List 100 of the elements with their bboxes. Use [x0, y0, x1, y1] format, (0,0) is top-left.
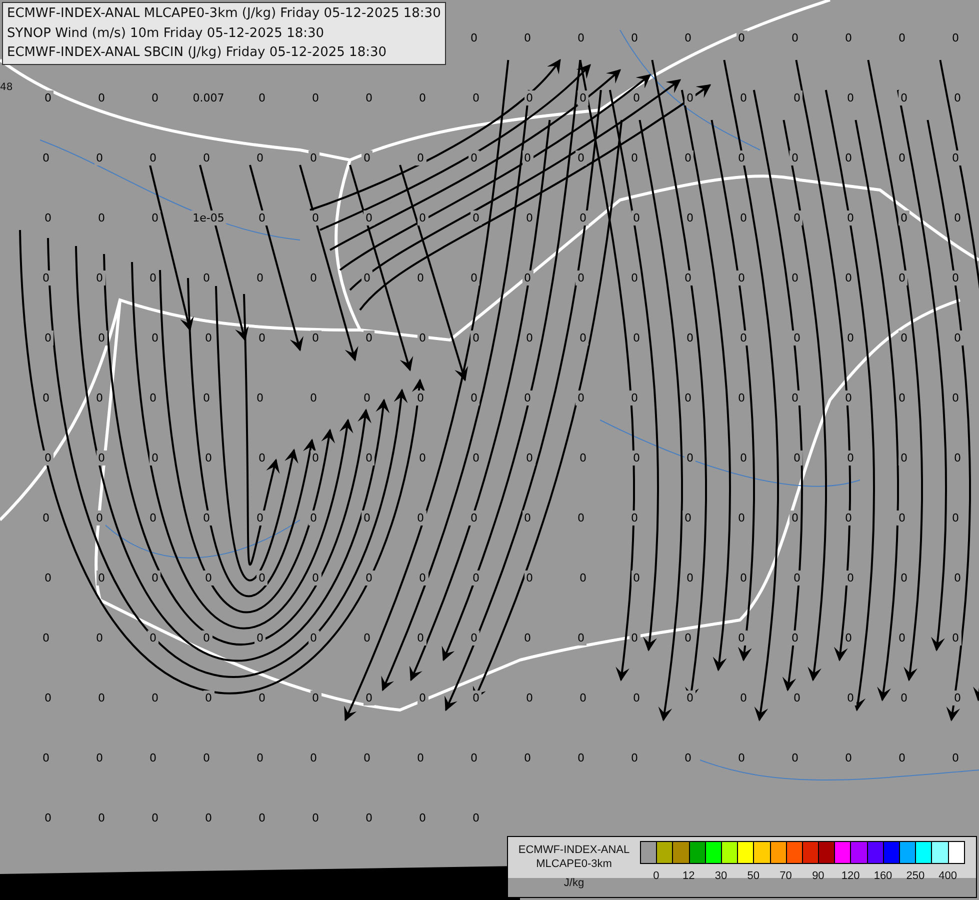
value-label: 0: [415, 390, 426, 406]
value-label: 0: [950, 630, 961, 646]
value-label: 0: [682, 510, 694, 526]
scale-tick-label: 70: [780, 870, 792, 882]
value-label: 0: [470, 570, 482, 586]
legend-unit: J/kg: [564, 876, 584, 890]
value-label: 0: [576, 150, 586, 166]
value-label: 0: [629, 30, 640, 46]
value-label: 0: [468, 390, 480, 406]
value-label: 0: [792, 210, 802, 226]
value-label: 0: [952, 690, 963, 706]
value-label: 0: [417, 570, 428, 586]
layer-title: ECMWF-INDEX-ANAL SBCIN (J/kg) Friday 05-12-2025 18:30: [7, 44, 388, 62]
value-label: 0: [96, 570, 107, 586]
value-label: 0: [94, 510, 105, 526]
value-label: 0: [950, 150, 961, 166]
value-label: 0: [790, 510, 800, 526]
scale-tick-label: 160: [874, 870, 892, 882]
value-label: 0: [792, 450, 802, 466]
value-label: 0: [417, 690, 428, 706]
value-label: 0: [470, 330, 482, 346]
value-label: 0: [254, 510, 266, 526]
value-label: 0: [522, 270, 533, 286]
value-label: 0: [308, 510, 319, 526]
value-label: 0: [843, 510, 854, 526]
value-label: 0: [736, 270, 747, 286]
value-label: 0: [415, 150, 426, 166]
value-label: 0: [843, 390, 854, 406]
value-label: 0: [308, 630, 319, 646]
value-label: 0: [40, 270, 52, 286]
value-label: 0: [845, 450, 856, 466]
value-label: 0: [631, 570, 642, 586]
scale-tick-label: 120: [841, 870, 860, 882]
value-label: 0: [96, 330, 107, 346]
value-label: 0: [578, 210, 588, 226]
value-label: 0: [790, 150, 800, 166]
value-label: 0: [148, 150, 158, 166]
value-label: 0: [524, 90, 535, 106]
value-label: 0: [364, 450, 374, 466]
value-label: 0: [576, 270, 586, 286]
value-label: 48: [0, 82, 13, 93]
value-label: 0: [417, 210, 428, 226]
legend-title: ECMWF-INDEX-ANAL: [518, 843, 630, 857]
value-label: 0: [736, 150, 747, 166]
value-label: 0: [682, 270, 694, 286]
value-label: 0: [96, 450, 107, 466]
value-label: 0: [203, 570, 214, 586]
value-label: 0: [310, 570, 321, 586]
value-label: 0: [792, 330, 802, 346]
value-label: 0: [578, 90, 588, 106]
legend-title: MLCAPE0-3km: [536, 857, 612, 871]
value-label: 0: [578, 330, 588, 346]
value-label: 0: [148, 630, 158, 646]
value-label: 0: [256, 570, 268, 586]
scale-tick-label: 250: [906, 870, 925, 882]
value-label: 0: [94, 270, 105, 286]
scale-tick-label: 90: [812, 870, 824, 882]
value-label: 0: [792, 570, 802, 586]
value-label: 0: [254, 630, 266, 646]
value-label: 0: [94, 150, 105, 166]
value-label: 0: [522, 150, 533, 166]
value-label: 0: [415, 630, 426, 646]
value-label: 0: [896, 270, 908, 286]
value-label: 0: [364, 570, 374, 586]
value-label: 0: [898, 210, 910, 226]
layer-title: ECMWF-INDEX-ANAL MLCAPE0-3km (J/kg) Friday 05-12-2025 18:30: [7, 5, 441, 23]
value-label: 0: [790, 630, 800, 646]
value-label: 0: [364, 690, 374, 706]
scale-tick-label: 400: [938, 870, 957, 882]
value-label: 0: [952, 330, 963, 346]
layer-title: SYNOP Wind (m/s) 10m Friday 05-12-2025 18:30: [7, 24, 326, 42]
value-label: 0: [201, 510, 212, 526]
value-label: 0: [898, 90, 910, 106]
value-label: 0: [845, 570, 856, 586]
value-label: 0: [364, 210, 374, 226]
value-label: 0: [522, 390, 533, 406]
value-label: 0: [468, 630, 480, 646]
value-label: 0: [310, 210, 321, 226]
value-label: 0: [150, 450, 160, 466]
value-label: 0: [42, 450, 54, 466]
value-label: 0: [576, 630, 586, 646]
scale-tick-label: 50: [747, 870, 760, 882]
value-label: 0: [42, 330, 54, 346]
value-label: 0: [629, 510, 640, 526]
value-label: 0: [950, 270, 961, 286]
value-label: 0: [256, 210, 268, 226]
scale-tick-label: 12: [682, 870, 695, 882]
value-label: 0: [736, 630, 747, 646]
value-label: 0: [576, 390, 586, 406]
value-label: 0: [468, 270, 480, 286]
value-label: 0: [738, 330, 749, 346]
value-label: 0: [468, 510, 480, 526]
value-label: 0: [790, 390, 800, 406]
value-label: 0: [629, 390, 640, 406]
scale-tick-label: 0: [653, 870, 660, 882]
value-label: 0: [631, 450, 642, 466]
value-label: 0: [684, 90, 696, 106]
value-label: 0: [845, 690, 856, 706]
scale-tick-label: 30: [714, 870, 728, 882]
value-label: 0: [470, 210, 482, 226]
